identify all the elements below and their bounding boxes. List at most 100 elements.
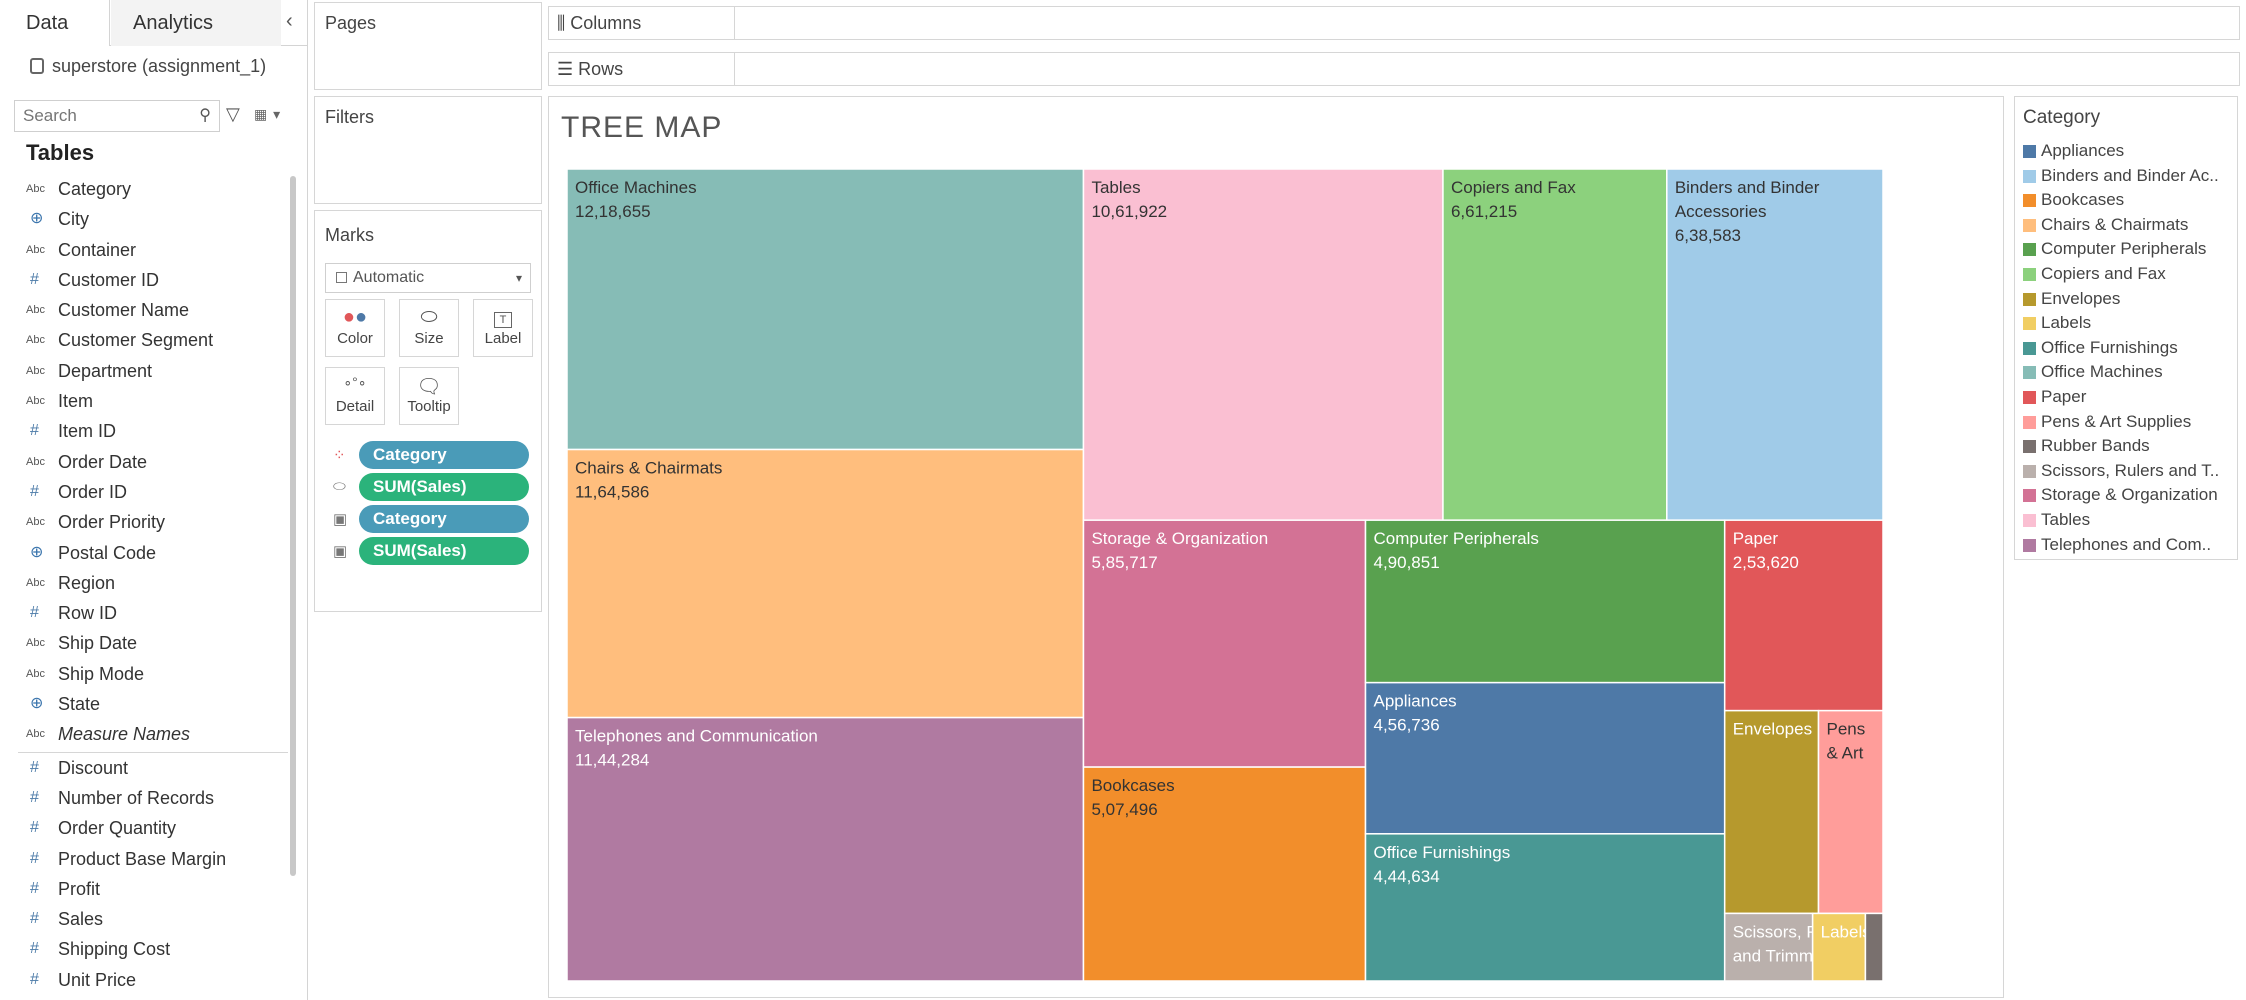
treemap-cell[interactable]: Labels [1811, 912, 1871, 982]
legend-item[interactable]: Storage & Organization [2021, 483, 2235, 508]
tab-analytics[interactable]: Analytics [111, 0, 281, 46]
legend-item[interactable]: Scissors, Rulers and T.. [2021, 459, 2235, 484]
columns-shelf[interactable]: ⫼ Columns [548, 6, 2240, 40]
field-item[interactable]: # Product Base Margin [0, 844, 290, 874]
field-item[interactable]: # Unit Price [0, 965, 290, 995]
field-item[interactable]: # Sales [0, 904, 290, 934]
field-item[interactable]: Abc Region [0, 568, 290, 598]
field-item[interactable]: Abc Measure Names [0, 719, 290, 749]
treemap-cell[interactable]: Paper 2,53,620 [1723, 519, 1884, 712]
filters-shelf[interactable]: Filters [314, 96, 542, 204]
field-item[interactable]: # Order ID [0, 477, 290, 507]
field-item[interactable]: Abc Department [0, 356, 290, 386]
treemap-cell[interactable] [1864, 912, 1884, 982]
marks-pill-row: ▣ SUM(Sales) [333, 537, 533, 567]
treemap-value-label: 4,90,851 [1374, 553, 1440, 572]
mark-type-dropdown[interactable]: Automatic ▾ [325, 263, 531, 293]
field-item[interactable]: # Item ID [0, 416, 290, 446]
legend-item[interactable]: Computer Peripherals [2021, 237, 2235, 262]
rows-shelf-label: ☰ Rows [549, 53, 735, 85]
pages-shelf[interactable]: Pages [314, 2, 542, 90]
treemap-cell[interactable]: Pens & Art [1817, 709, 1884, 915]
field-item[interactable]: ⊕ Postal Code [0, 538, 290, 568]
field-item[interactable]: Abc Container [0, 235, 290, 265]
field-item[interactable]: Abc Category [0, 174, 290, 204]
legend-item[interactable]: Chairs & Chairmats [2021, 213, 2235, 238]
filter-icon[interactable]: ▽ [226, 104, 240, 125]
treemap-cell[interactable]: Binders and Binder Accessories 6,38,583 [1666, 168, 1884, 521]
field-list-scrollbar[interactable] [290, 176, 296, 876]
category-label-pill[interactable]: Category [359, 505, 529, 533]
treemap-rect[interactable] [1723, 519, 1884, 712]
sales-label-pill[interactable]: SUM(Sales) [359, 537, 529, 565]
field-item[interactable]: Abc Ship Mode [0, 659, 290, 689]
string-type-icon: Abc [26, 516, 45, 529]
treemap-rect[interactable] [1817, 709, 1884, 915]
treemap-chart[interactable]: Office Machines 12,18,655 Chairs & Chairma… [549, 97, 2005, 999]
treemap-cell[interactable]: Envelopes [1723, 709, 1820, 915]
treemap-rect[interactable] [1442, 168, 1668, 521]
treemap-rect[interactable] [1666, 168, 1884, 521]
field-item[interactable]: Abc Customer Segment [0, 325, 290, 355]
field-item[interactable]: # Order Quantity [0, 813, 290, 843]
search-input[interactable] [15, 101, 185, 131]
field-item[interactable]: # Customer ID [0, 265, 290, 295]
rows-shelf[interactable]: ☰ Rows [548, 52, 2240, 86]
label-button[interactable]: T Label [473, 299, 533, 357]
legend-item[interactable]: Paper [2021, 385, 2235, 410]
treemap-cell[interactable]: Bookcases 5,07,496 [1082, 766, 1367, 982]
category-color-pill[interactable]: Category [359, 441, 529, 469]
collapse-pane-icon[interactable]: ‹ [286, 10, 293, 33]
field-item[interactable]: Abc Customer Name [0, 295, 290, 325]
legend-item[interactable]: Bookcases [2021, 188, 2235, 213]
field-item[interactable]: Abc Item [0, 386, 290, 416]
field-item[interactable]: # Profit [0, 874, 290, 904]
legend-item[interactable]: Appliances [2021, 139, 2235, 164]
field-item[interactable]: # Discount [0, 753, 290, 783]
sales-size-pill[interactable]: SUM(Sales) [359, 473, 529, 501]
legend-item[interactable]: Pens & Art Supplies [2021, 410, 2235, 435]
field-item[interactable]: ⊕ State [0, 689, 290, 719]
treemap-cell[interactable]: Chairs & Chairmats 11,64,586 [566, 448, 1085, 719]
treemap-cell[interactable]: Storage & Organization 5,85,717 [1082, 519, 1367, 768]
legend-swatch [2023, 317, 2036, 331]
legend-item[interactable]: Labels [2021, 311, 2235, 336]
field-item[interactable]: # Row ID [0, 598, 290, 628]
treemap-cell[interactable]: Office Furnishings 4,44,634 [1364, 833, 1726, 982]
string-type-icon: Abc [26, 334, 45, 347]
field-item[interactable]: Abc Order Priority [0, 507, 290, 537]
detail-button[interactable]: ∘°∘ Detail [325, 367, 385, 425]
legend-item[interactable]: Rubber Bands [2021, 434, 2235, 459]
field-item[interactable]: # Number of Records [0, 783, 290, 813]
legend-item[interactable]: Office Machines [2021, 360, 2235, 385]
treemap-cell[interactable]: Tables 10,61,922 [1082, 168, 1444, 521]
legend-item[interactable]: Binders and Binder Ac.. [2021, 164, 2235, 189]
datasource[interactable]: superstore (assignment_1) [30, 56, 266, 77]
treemap-cell[interactable]: Computer Peripherals 4,90,851 [1364, 519, 1726, 684]
color-button[interactable]: ●● Color [325, 299, 385, 357]
field-item[interactable]: ⊕ City [0, 204, 290, 234]
field-list: Abc Category ⊕ City Abc Container # Customer ID… [0, 174, 290, 995]
legend-item[interactable]: Office Furnishings [2021, 336, 2235, 361]
field-item[interactable]: # Shipping Cost [0, 934, 290, 964]
field-label: Order Priority [58, 512, 166, 533]
treemap-cell[interactable]: Copiers and Fax 6,61,215 [1442, 168, 1668, 521]
view-options-icon[interactable]: ▦ ▾ [254, 106, 281, 123]
field-item[interactable]: Abc Order Date [0, 447, 290, 477]
treemap-rect[interactable] [1082, 168, 1444, 521]
treemap-cell[interactable]: Telephones and Communication 11,44,284 [566, 716, 1085, 982]
string-type-icon: Abc [26, 243, 45, 256]
legend-item[interactable]: Copiers and Fax [2021, 262, 2235, 287]
tooltip-button[interactable]: 🗨 Tooltip [399, 367, 459, 425]
size-button[interactable]: ⬭ Size [399, 299, 459, 357]
treemap-rect[interactable] [1864, 912, 1884, 982]
legend-item[interactable]: Tables [2021, 508, 2235, 533]
tab-data[interactable]: Data [0, 0, 110, 46]
field-item[interactable]: Abc Ship Date [0, 628, 290, 658]
treemap-rect[interactable] [1723, 709, 1820, 915]
field-label: Profit [58, 878, 101, 899]
treemap-cell[interactable]: Office Machines 12,18,655 [566, 168, 1085, 451]
legend-item[interactable]: Envelopes [2021, 287, 2235, 312]
treemap-cell[interactable]: Appliances 4,56,736 [1364, 681, 1726, 835]
legend-item[interactable]: Telephones and Com.. [2021, 533, 2235, 558]
